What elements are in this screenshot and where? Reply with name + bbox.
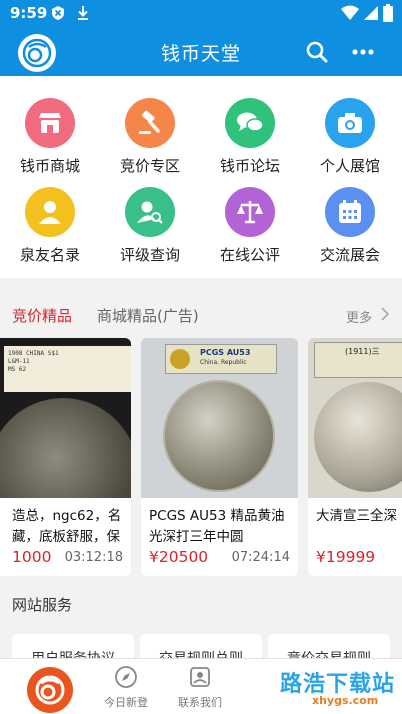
feature-grid: 钱币商城 竞价专区 钱币论坛 个人展馆 泉友名录 评级查询 在线公评 交流展会	[0, 76, 402, 278]
status-bar: 9:59	[0, 0, 402, 28]
grid-item-label: 钱币论坛	[219, 157, 280, 175]
camera-icon	[325, 98, 375, 148]
product-card[interactable]: 1908 CHINA S$1 L&M-11 MS 62 造总，ngc62，名藏，…	[0, 338, 131, 576]
grid-item-label: 泉友名录	[19, 246, 80, 264]
product-price: ¥19999	[316, 548, 376, 566]
nav-home[interactable]	[10, 659, 90, 714]
user-icon	[25, 187, 75, 237]
grid-item-label: 交流展会	[319, 246, 380, 264]
grid-item-label: 在线公评	[219, 246, 280, 264]
tab-mall-picks[interactable]: 商城精品(广告)	[97, 305, 199, 326]
product-image: (1911)三	[308, 338, 402, 498]
grid-item-label: 评级查询	[119, 246, 180, 264]
app-header: 钱币天堂	[0, 28, 402, 76]
grid-item-grading[interactable]: 评级查询	[100, 187, 200, 277]
grid-item-auction[interactable]: 竞价专区	[100, 98, 200, 188]
calendar-icon	[325, 187, 375, 237]
page-title: 钱币天堂	[160, 43, 241, 65]
battery-icon	[383, 4, 393, 22]
nav-label: 今日新登	[104, 696, 148, 709]
product-price: ¥20500	[149, 548, 209, 566]
product-countdown: 03:12:18	[64, 550, 123, 565]
tab-auction-picks[interactable]: 竞价精品	[12, 305, 72, 326]
no-sim-icon	[52, 6, 64, 20]
signal-icon	[364, 6, 378, 20]
product-name: 造总，ngc62，名藏，底板舒服，保	[12, 508, 122, 545]
product-image: 1908 CHINA S$1 L&M-11 MS 62	[0, 338, 131, 498]
grid-item-label: 竞价专区	[119, 157, 180, 175]
product-carousel: 1908 CHINA S$1 L&M-11 MS 62 造总，ngc62，名藏，…	[0, 338, 402, 584]
nav-label: 联系我们	[178, 696, 222, 709]
product-card[interactable]: PCGS AU53 China, Republic PCGS AU53 精品黄油…	[141, 338, 298, 576]
scales-icon	[225, 187, 275, 237]
product-name: 大清宣三全深	[316, 508, 397, 524]
more-link[interactable]: 更多	[346, 307, 372, 326]
product-card[interactable]: (1911)三 大清宣三全深 ¥19999	[308, 338, 402, 576]
status-time: 9:59	[10, 4, 48, 22]
watermark-sub: xhygs.com	[312, 694, 379, 707]
grid-item-mall[interactable]: 钱币商城	[0, 98, 100, 188]
nav-today-new[interactable]: 今日新登	[86, 659, 166, 714]
watermark: 路浩下载站 xhygs.com	[272, 662, 400, 712]
grid-item-exhibition[interactable]: 交流展会	[300, 187, 400, 277]
chevron-right-icon[interactable]	[380, 307, 390, 321]
auction-hammer-icon	[125, 98, 175, 148]
compass-icon	[115, 666, 137, 688]
download-icon	[78, 6, 88, 20]
search-person-icon	[125, 187, 175, 237]
product-image: PCGS AU53 China, Republic	[141, 338, 298, 498]
grid-item-directory[interactable]: 泉友名录	[0, 187, 100, 277]
product-countdown: 07:24:14	[231, 550, 290, 565]
product-name: PCGS AU53 精品黄油光深打三年中圆	[149, 508, 285, 545]
product-tabs: 竞价精品 商城精品(广告) 更多	[0, 278, 402, 338]
wifi-icon	[341, 5, 359, 20]
grid-item-label: 钱币商城	[19, 157, 80, 175]
search-icon[interactable]	[305, 40, 329, 64]
grid-item-forum[interactable]: 钱币论坛	[200, 98, 300, 188]
grid-item-label: 个人展馆	[319, 157, 380, 175]
shop-icon	[25, 98, 75, 148]
grid-item-gallery[interactable]: 个人展馆	[300, 98, 400, 188]
product-price: 1000	[12, 548, 52, 566]
chat-bubbles-icon	[225, 98, 275, 148]
nav-contact[interactable]: 联系我们	[160, 659, 240, 714]
grid-item-appraisal[interactable]: 在线公评	[200, 187, 300, 277]
services-title: 网站服务	[12, 596, 73, 614]
contact-icon	[190, 667, 210, 687]
home-logo-icon	[27, 667, 73, 713]
more-options-icon[interactable]	[350, 40, 376, 64]
